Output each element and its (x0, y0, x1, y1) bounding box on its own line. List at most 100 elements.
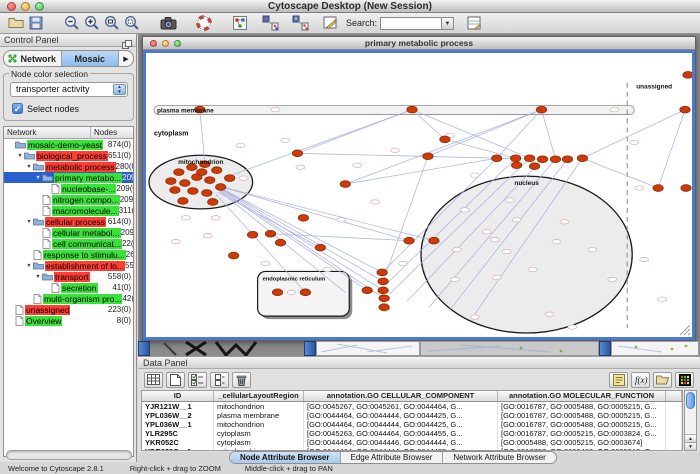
network-node[interactable] (681, 185, 691, 192)
network-edge[interactable] (428, 110, 542, 157)
table-row[interactable]: YJR121W__1mitochondrion[GO:0045267, GO:0… (142, 402, 682, 411)
table-row[interactable]: YPL036W__2plasma membrane[GO:0044464, GO… (142, 411, 682, 420)
table-row[interactable]: YKR052Ccytoplasm[GO:0044464, GO:0044446,… (142, 438, 682, 447)
network-node[interactable] (340, 181, 350, 188)
table-row[interactable]: YLR295Ccytoplasm[GO:0045263, GO:0044464,… (142, 429, 682, 438)
network-node[interactable] (298, 214, 308, 221)
network-node[interactable] (680, 106, 690, 113)
select-attributes-icon[interactable] (188, 372, 207, 388)
open-session-icon[interactable] (6, 14, 26, 33)
network-edge[interactable] (232, 110, 412, 176)
network-node[interactable] (225, 175, 235, 182)
view-close-button[interactable] (150, 40, 157, 47)
attribute-editor-icon[interactable] (464, 14, 484, 33)
select-nodes-checkbox[interactable]: ✓ (12, 103, 23, 114)
network-node[interactable] (362, 287, 372, 294)
tab-network-attribute-browser[interactable]: Network Attribute Browser (443, 452, 555, 463)
network-edge[interactable] (497, 110, 542, 159)
network-node[interactable] (180, 180, 190, 187)
scrollbar-thumb[interactable] (686, 392, 695, 409)
network-node[interactable] (404, 237, 414, 244)
network-edge[interactable] (542, 110, 556, 160)
network-node[interactable] (265, 230, 275, 237)
network-node[interactable] (272, 289, 282, 296)
network-node[interactable] (377, 269, 387, 276)
close-window-button[interactable] (7, 2, 16, 11)
table-column-header[interactable]: ID (142, 391, 214, 401)
network-node[interactable] (197, 169, 207, 176)
expand-arrow-icon[interactable]: ▼ (16, 153, 24, 159)
network-view-window[interactable]: primary metabolic process plasma membran… (142, 36, 696, 341)
expand-arrow-icon[interactable]: ▼ (34, 274, 42, 280)
network-edge[interactable] (582, 158, 658, 188)
network-node[interactable] (379, 295, 389, 302)
network-node[interactable] (429, 237, 439, 244)
network-node[interactable] (536, 106, 546, 113)
network-node[interactable] (292, 150, 302, 157)
network-node[interactable] (300, 289, 310, 296)
notes-icon[interactable] (609, 372, 628, 388)
table-scrollbar[interactable]: ▲ ▼ (684, 390, 697, 451)
network-node[interactable] (492, 155, 502, 162)
network-node[interactable] (529, 163, 539, 170)
network-node[interactable] (216, 184, 226, 191)
network-node[interactable] (550, 156, 560, 163)
function-builder-icon[interactable]: f(x) (631, 372, 650, 388)
network-node[interactable] (379, 304, 389, 311)
network-node[interactable] (170, 187, 180, 194)
expand-arrow-icon[interactable]: ▼ (25, 219, 33, 225)
select-all-attributes-icon[interactable] (144, 372, 163, 388)
network-node[interactable] (423, 153, 433, 160)
tree-row[interactable]: ▼metabolic process280(0) (4, 161, 133, 172)
resize-grip-icon[interactable] (688, 333, 690, 335)
tree-row[interactable]: multi-organism pro...42(0) (4, 293, 133, 304)
minimize-window-button[interactable] (21, 2, 30, 11)
heatmap-icon[interactable] (675, 372, 694, 388)
tree-row[interactable]: ▼primary metabo...209(... (4, 172, 133, 183)
tree-row[interactable]: secretion41(0) (4, 282, 133, 293)
zoom-in-icon[interactable] (82, 14, 102, 33)
network-node[interactable] (178, 198, 188, 205)
tree-row[interactable]: Overview8(0) (4, 315, 133, 326)
network-edge[interactable] (582, 110, 685, 159)
network-node[interactable] (202, 190, 212, 197)
network-edge[interactable] (297, 110, 412, 154)
tree-row[interactable]: cellular metabol...209(0) (4, 227, 133, 238)
table-row[interactable]: YPL036W__1mitochondrion[GO:0044464, GO:0… (142, 420, 682, 429)
expand-arrow-icon[interactable]: ▼ (25, 164, 33, 170)
zoom-fit-icon[interactable] (102, 14, 122, 33)
tree-header-network[interactable]: Network (4, 127, 91, 138)
tree-header-nodes[interactable]: Nodes (91, 127, 133, 138)
table-column-header[interactable]: _cellularLayoutRegion (214, 391, 304, 401)
vizmapper-icon[interactable] (230, 14, 250, 33)
network-node[interactable] (524, 155, 534, 162)
tree-row[interactable]: ▼transport558(0) (4, 271, 133, 282)
layout-tool-1-icon[interactable] (260, 14, 280, 33)
background-window-fragment[interactable] (599, 341, 611, 356)
scroll-down-icon[interactable]: ▼ (685, 442, 696, 450)
search-dropdown-arrow-icon[interactable]: ▼ (442, 17, 454, 30)
layout-tool-2-icon[interactable] (290, 14, 310, 33)
zoom-window-button[interactable] (35, 2, 44, 11)
network-node[interactable] (683, 71, 692, 78)
import-attributes-icon[interactable] (653, 372, 672, 388)
tree-row[interactable]: macromolecule...311(0) (4, 205, 133, 216)
tree-row[interactable]: ▼cellular process614(0) (4, 216, 133, 227)
tree-row[interactable]: mosaic-demo-yeast874(0) (4, 139, 133, 150)
delete-attribute-icon[interactable] (232, 372, 251, 388)
view-minimize-button[interactable] (162, 40, 169, 47)
network-node[interactable] (188, 188, 198, 195)
network-edge[interactable] (221, 188, 383, 281)
network-view-titlebar[interactable]: primary metabolic process (143, 37, 695, 50)
snapshot-camera-icon[interactable] (158, 14, 178, 33)
tab-edge-attribute-browser[interactable]: Edge Attribute Browser (341, 452, 444, 463)
network-node[interactable] (174, 169, 184, 176)
network-node[interactable] (440, 136, 450, 143)
network-edge[interactable] (412, 110, 530, 159)
network-node[interactable] (275, 239, 285, 246)
search-input[interactable] (380, 17, 442, 30)
network-node[interactable] (653, 185, 663, 192)
network-node[interactable] (315, 244, 325, 251)
view-zoom-button[interactable] (174, 40, 181, 47)
network-node[interactable] (208, 199, 218, 206)
